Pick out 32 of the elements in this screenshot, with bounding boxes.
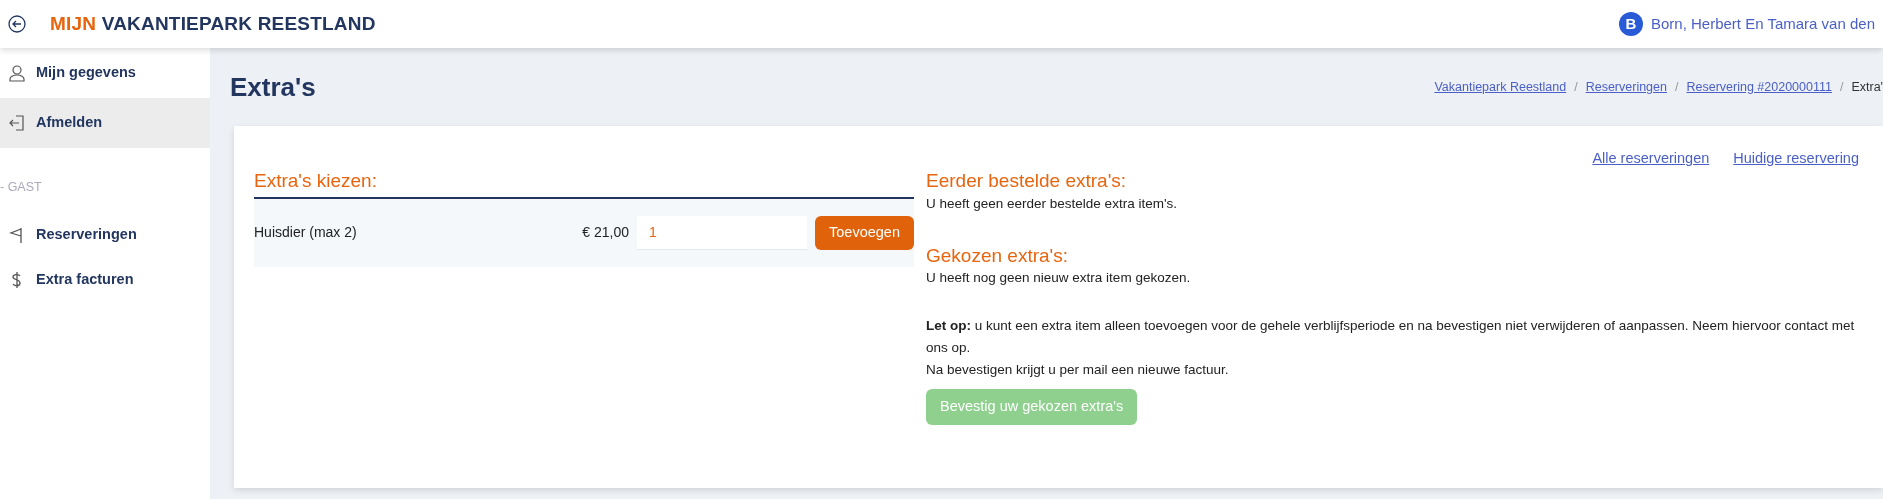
breadcrumb-separator: /	[1675, 78, 1679, 96]
breadcrumb-separator: /	[1839, 78, 1844, 96]
breadcrumb-link[interactable]: Reservering #2020000111	[1686, 77, 1832, 97]
nav-link[interactable]: Alle reserveringen	[1592, 148, 1710, 170]
brand-title[interactable]: MIJN VAKANTIEPARK REESTLAND	[50, 9, 376, 39]
sidebar-item[interactable]: Extra facturen	[0, 257, 210, 303]
breadcrumb-current: Extra'	[1851, 78, 1883, 96]
section-label: - GAST	[0, 179, 43, 196]
user-name[interactable]: Born, Herbert En Tamara van den	[1651, 12, 1875, 36]
breadcrumb-link[interactable]: Vakantiepark Reestland	[1434, 77, 1567, 97]
sidebar-item[interactable]: Mijn gegevens	[0, 48, 210, 98]
nav-link[interactable]: Huidige reservering	[1733, 148, 1859, 170]
item-name: Huisdier (max 2)	[254, 223, 357, 243]
avatar[interactable]: B	[1619, 12, 1643, 36]
section-heading: Gekozen extra's:	[926, 244, 1069, 268]
back-icon[interactable]	[8, 15, 26, 33]
quantity-select[interactable]: 1	[637, 215, 808, 250]
sidebar-item[interactable]: Afmelden	[0, 98, 210, 148]
page-title: Extra's	[230, 70, 316, 104]
breadcrumb-link[interactable]: Reserveringen	[1585, 77, 1667, 97]
section-heading: Eerder bestelde extra's:	[926, 169, 1128, 193]
info-text: U heeft nog geen nieuw extra item gekozen.	[926, 269, 1192, 288]
info-text: U heeft geen eerder bestelde extra item's.	[926, 194, 1178, 213]
sidebar-item[interactable]: Reserveringen	[0, 212, 210, 258]
add-button[interactable]: Toevoegen	[815, 215, 914, 250]
item-price: € 21,00	[582, 223, 630, 243]
user-icon	[8, 64, 26, 82]
notice-text: Na bevestigen krijgt u per mail een nieuwe factuur.	[926, 361, 1230, 380]
breadcrumb-separator: /	[1574, 78, 1578, 96]
logout-icon	[8, 114, 26, 132]
notice-text: Let op: u kunt een extra item alleen toevoegen voor de gehele verblijfsperiode en na bevestigen niet verwijderen of aanpassen. Neem hiervoor contact met ons op.	[926, 317, 1856, 358]
section-heading: Extra's kiezen:	[254, 169, 378, 193]
